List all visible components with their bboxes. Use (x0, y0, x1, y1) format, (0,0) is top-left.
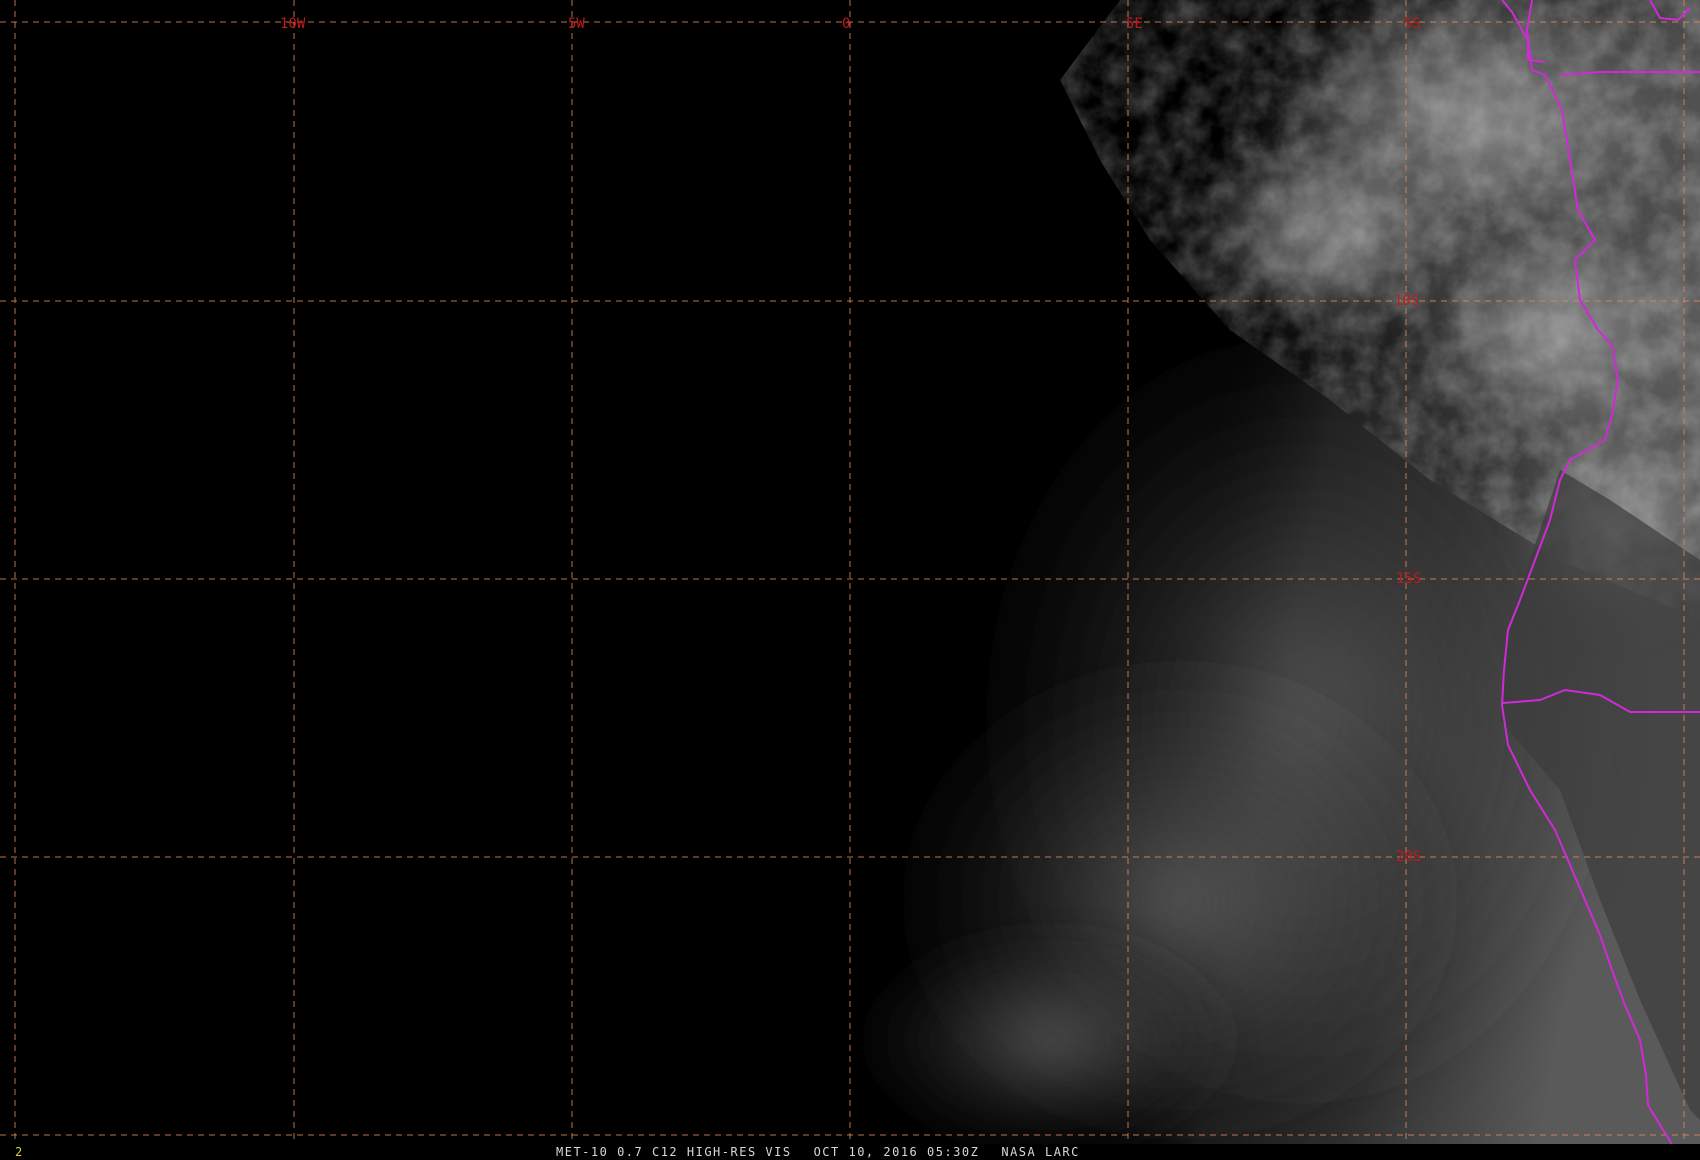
caption-datetime: OCT 10, 2016 05:30Z (813, 1145, 980, 1159)
caption-product: MET-10 0.7 C12 HIGH-RES VIS (556, 1145, 792, 1159)
lat-label-10s: 10S (1394, 293, 1419, 309)
frame-number: 2 (15, 1145, 23, 1159)
lon-label-0: 0 (842, 16, 850, 32)
lat-label-5s: 5S (1404, 16, 1421, 32)
satellite-map: 10W 5W 0 5E 5S 10S 15S 20S (0, 0, 1700, 1160)
lon-label-10w: 10W (280, 16, 306, 32)
lat-label-20s: 20S (1396, 849, 1421, 865)
lat-label-15s: 15S (1396, 571, 1421, 587)
satellite-imagery (0, 0, 1700, 1160)
satellite-image-viewer: 10W 5W 0 5E 5S 10S 15S 20S 2 MET-10 0.7 … (0, 0, 1700, 1160)
lon-label-5w: 5W (568, 16, 585, 32)
caption-credit: NASA LARC (1001, 1145, 1080, 1159)
lon-label-5e: 5E (1126, 16, 1143, 32)
image-caption: MET-10 0.7 C12 HIGH-RES VIS OCT 10, 2016 … (556, 1145, 1102, 1159)
